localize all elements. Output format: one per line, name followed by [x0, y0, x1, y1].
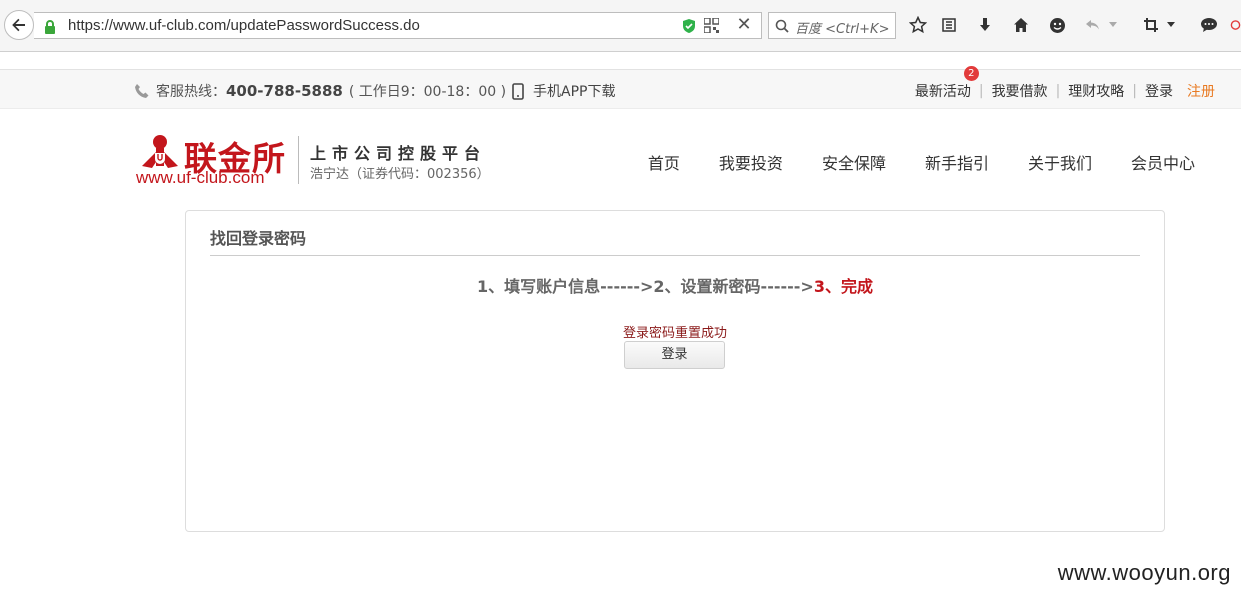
hotline: 客服热线： 400-788-5888 ( 工作日9：00-18：00 ) [134, 81, 506, 101]
latest-activities-label: 最新活动 [914, 84, 971, 100]
nav-guide[interactable]: 新手指引 [925, 150, 989, 174]
qr-code-icon[interactable] [703, 17, 720, 37]
divider: | [1132, 83, 1137, 99]
chevron-down-icon[interactable] [1166, 14, 1176, 36]
top-links: 最新活动 2 | 我要借款 | 理财攻略 | 登录 注册 [914, 66, 1215, 101]
nav-home[interactable]: 首页 [648, 150, 680, 174]
watermark: www.wooyun.org [1057, 560, 1231, 585]
toolbar-spacer [0, 53, 1241, 69]
nav-about[interactable]: 关于我们 [1028, 150, 1092, 174]
reading-list-icon[interactable] [938, 14, 960, 36]
download-icon[interactable] [974, 14, 996, 36]
password-reset-panel: 找回登录密码 1、填写账户信息------>2、设置新密码------>3、完成… [185, 210, 1165, 532]
progress-steps: 1、填写账户信息------>2、设置新密码------>3、完成 [186, 273, 1164, 297]
emoji-icon[interactable] [1046, 14, 1068, 36]
nav-invest[interactable]: 我要投资 [719, 150, 783, 174]
back-button[interactable] [4, 10, 34, 40]
stock-code: 浩宁达（证券代码：002356） [310, 167, 490, 182]
hotline-hours: ( 工作日9：00-18：00 ) [348, 84, 507, 100]
app-download-link[interactable]: 手机APP下载 [512, 81, 615, 101]
divider [210, 255, 1140, 256]
strategy-link[interactable]: 理财攻略 [1068, 81, 1124, 101]
panel-title: 找回登录密码 [210, 229, 307, 248]
crop-icon[interactable] [1140, 14, 1162, 36]
divider: | [978, 83, 984, 99]
search-placeholder: 百度 <Ctrl+K> [795, 22, 890, 37]
phone-icon [135, 84, 149, 98]
nav-member-center[interactable]: 会员中心 [1131, 150, 1195, 174]
home-icon[interactable] [1010, 14, 1032, 36]
undo-icon[interactable] [1082, 14, 1104, 36]
step-complete: 3、完成 [813, 277, 873, 296]
nav-security[interactable]: 安全保障 [822, 150, 886, 174]
app-download-label: 手机APP下载 [533, 84, 616, 100]
notification-badge: 2 [963, 66, 979, 81]
arrow-left-icon [12, 18, 25, 32]
logo-url: www.uf-club.com [136, 168, 265, 187]
search-icon [775, 18, 789, 37]
success-message: 登录密码重置成功 [622, 326, 727, 341]
lock-icon [44, 19, 56, 38]
login-button[interactable]: 登录 [624, 341, 725, 369]
divider: | [1055, 83, 1061, 99]
borrow-link[interactable]: 我要借款 [992, 81, 1048, 101]
url-text: https://www.uf-club.com/updatePasswordSu… [68, 17, 420, 34]
close-icon[interactable]: ✕ [734, 14, 754, 35]
logo-divider [298, 136, 299, 184]
chevron-down-icon[interactable] [1108, 14, 1118, 36]
address-bar[interactable]: https://www.uf-club.com/updatePasswordSu… [34, 12, 762, 39]
step-fill-account: 1、填写账户信息------> [477, 277, 654, 296]
hotline-number: 400-788-5888 [226, 82, 343, 100]
search-input[interactable]: 百度 <Ctrl+K> [768, 12, 896, 39]
login-link[interactable]: 登录 [1145, 81, 1173, 101]
logo-emblem-icon [142, 135, 178, 168]
extension-icon[interactable] [1230, 14, 1241, 36]
browser-toolbar: https://www.uf-club.com/updatePasswordSu… [0, 0, 1241, 52]
step-set-password: 2、设置新密码------> [653, 277, 814, 296]
star-icon[interactable] [907, 14, 929, 36]
chat-icon[interactable] [1198, 14, 1220, 36]
shield-icon[interactable] [682, 18, 696, 38]
mobile-phone-icon [512, 82, 524, 100]
site-topbar: 客服热线： 400-788-5888 ( 工作日9：00-18：00 ) 手机A… [0, 66, 1241, 109]
hotline-label: 客服热线： [156, 84, 226, 100]
tagline: 上市公司控股平台 [310, 144, 487, 163]
main-nav: 首页 我要投资 安全保障 新手指引 关于我们 会员中心 [609, 150, 1195, 174]
register-link[interactable]: 注册 [1187, 81, 1215, 101]
latest-activities-link[interactable]: 最新活动 2 [914, 66, 979, 101]
